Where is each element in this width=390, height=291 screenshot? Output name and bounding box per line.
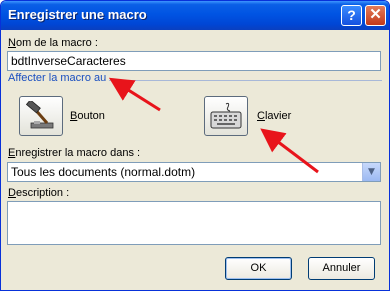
annotation-arrow-keyboard xyxy=(260,128,319,174)
annotation-arrow-assign xyxy=(108,77,161,112)
annotation-arrows xyxy=(108,77,319,174)
